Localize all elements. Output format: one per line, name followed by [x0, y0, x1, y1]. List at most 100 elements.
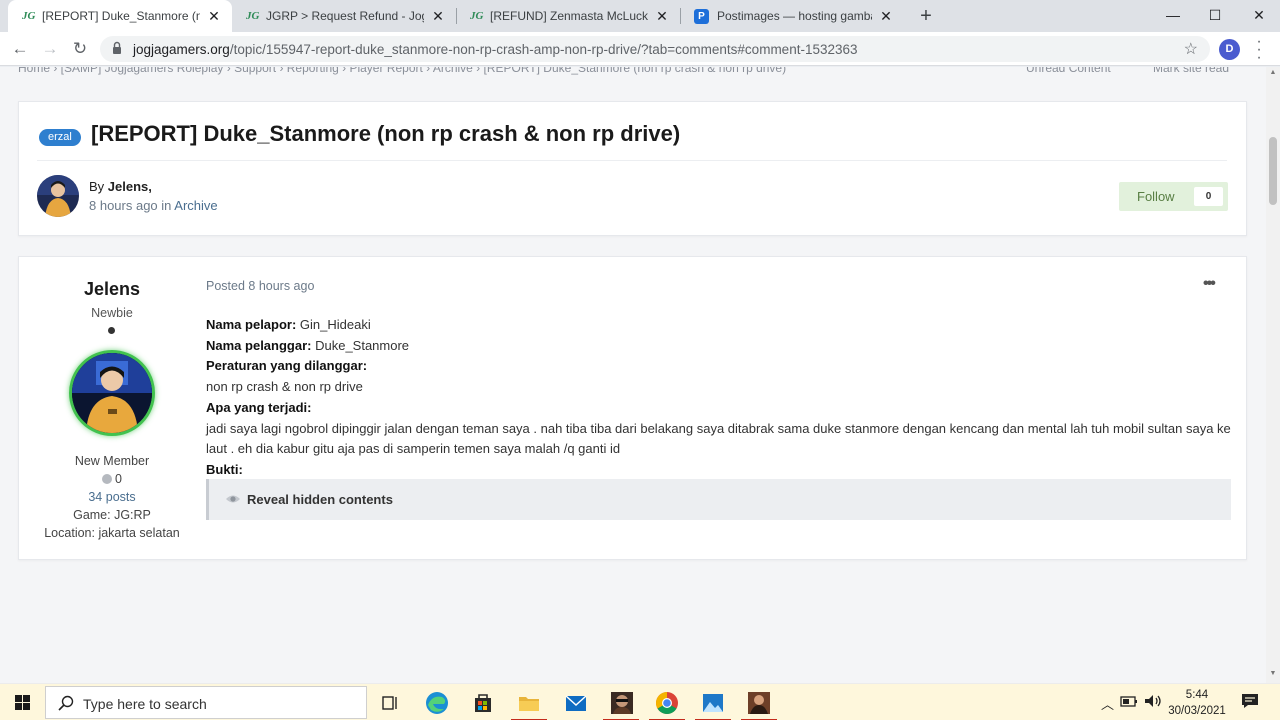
reporter-label: Nama pelapor: — [206, 317, 297, 332]
tab-title: Postimages — hosting gambar g — [717, 9, 872, 23]
url-path: /topic/155947-report-duke_stanmore-non-r… — [229, 42, 858, 57]
close-window-button[interactable]: ✕ — [1236, 0, 1280, 32]
system-clock[interactable]: 5:44 30/03/2021 — [1160, 687, 1234, 719]
incident-label: Apa yang terjadi: — [206, 398, 1236, 419]
rule-value: non rp crash & non rp drive — [206, 379, 363, 395]
tab-report-duke[interactable]: JG [REPORT] Duke_Stanmore (non rp ✕ — [8, 0, 232, 32]
file-explorer-icon[interactable] — [514, 688, 544, 718]
search-placeholder: Type here to search — [83, 696, 207, 712]
windows-start-icon[interactable] — [0, 684, 45, 720]
jg-favicon-icon: JG — [22, 10, 36, 22]
offender-value: Duke_Stanmore — [311, 337, 410, 353]
tab-title: JGRP > Request Refund - Jogjag — [266, 9, 424, 23]
postimages-favicon-icon: P — [694, 8, 709, 24]
topic-header-card: erzal [REPORT] Duke_Stanmore (non rp cra… — [18, 101, 1247, 236]
follow-button[interactable]: Follow 0 — [1119, 182, 1228, 211]
scroll-up-arrow-icon[interactable]: ▲ — [1269, 69, 1277, 76]
scroll-down-arrow-icon[interactable]: ▼ — [1269, 670, 1277, 677]
notification-center-icon[interactable] — [1241, 693, 1259, 709]
unread-content-link[interactable]: Unread Content — [1026, 67, 1111, 75]
post-card: Jelens Newbie New Member 0 34 posts Game… — [18, 256, 1247, 560]
unread-content-label: Unread Content — [1026, 67, 1111, 75]
taskbar-search-box[interactable]: Type here to search — [45, 686, 367, 719]
reload-icon[interactable]: ↻ — [68, 37, 92, 61]
tab-title: [REFUND] Zenmasta McLucky ( R — [490, 9, 648, 23]
jg-favicon-icon: JG — [470, 10, 484, 22]
page-scrollbar[interactable]: ▲ ▼ — [1266, 67, 1280, 683]
online-status-dot — [108, 327, 115, 334]
offender-line: Nama pelanggar: Duke_Stanmore — [206, 336, 1236, 357]
tab-refund-zenmasta[interactable]: JG [REFUND] Zenmasta McLucky ( R ✕ — [456, 0, 680, 32]
task-view-icon[interactable] — [375, 688, 405, 718]
search-icon — [58, 695, 74, 711]
post-author-avatar[interactable] — [69, 350, 155, 436]
forum-page: Home › [SAMP] Jogjagamers Roleplay › Sup… — [0, 67, 1266, 683]
url-text: jogjagamers.org/topic/155947-report-duke… — [133, 42, 858, 57]
forum-link[interactable]: Archive — [174, 198, 217, 213]
store-icon[interactable] — [468, 688, 498, 718]
close-tab-icon[interactable]: ✕ — [206, 8, 222, 25]
close-tab-icon[interactable]: ✕ — [654, 8, 670, 25]
follow-count: 0 — [1194, 187, 1223, 206]
incident-label-text: Apa yang terjadi: — [206, 399, 312, 415]
bookmark-star-icon[interactable]: ☆ — [1184, 39, 1198, 59]
jg-favicon-icon: JG — [246, 10, 260, 22]
address-bar[interactable]: jogjagamers.org/topic/155947-report-duke… — [100, 36, 1210, 62]
breadcrumb[interactable]: Home › [SAMP] Jogjagamers Roleplay › Sup… — [18, 67, 786, 75]
browser-menu-icon[interactable]: · · · — [1252, 34, 1266, 66]
new-tab-button[interactable]: + — [915, 4, 937, 28]
author-avatar[interactable] — [37, 175, 79, 217]
scroll-thumb[interactable] — [1269, 137, 1277, 205]
clock-date: 30/03/2021 — [1168, 705, 1226, 717]
location-field: Location: jakarta selatan — [44, 526, 180, 540]
minimize-window-button[interactable]: — — [1150, 0, 1196, 32]
in-word: in — [157, 198, 175, 213]
reveal-label: Reveal hidden contents — [247, 492, 393, 507]
game-app-icon[interactable] — [607, 688, 637, 718]
evidence-label: Bukti: — [206, 460, 1236, 481]
mail-icon[interactable] — [561, 688, 591, 718]
reveal-hidden-contents[interactable]: Reveal hidden contents — [206, 479, 1231, 520]
eye-icon — [226, 495, 240, 503]
chrome-icon[interactable] — [652, 688, 682, 718]
close-tab-icon[interactable]: ✕ — [430, 8, 446, 25]
tab-postimages[interactable]: P Postimages — hosting gambar g ✕ — [680, 0, 904, 32]
reporter-line: Nama pelapor: Gin_Hideaki — [206, 315, 1236, 336]
post-body: Nama pelapor: Gin_Hideaki Nama pelanggar… — [206, 315, 1236, 481]
windows-taskbar: Type here to search ︿ 5:44 30/03/2021 — [0, 683, 1280, 720]
maximize-window-button[interactable]: ☐ — [1192, 0, 1238, 32]
member-group: New Member — [74, 454, 150, 468]
game-field: Game: JG:RP — [73, 508, 151, 522]
forward-arrow-icon[interactable]: → — [38, 37, 62, 61]
reputation-icon — [102, 474, 113, 484]
tab-request-refund[interactable]: JG JGRP > Request Refund - Jogjag ✕ — [232, 0, 456, 32]
reporter-value: Gin_Hideaki — [296, 317, 371, 332]
offender-label: Nama pelanggar: — [206, 337, 312, 353]
posted-time[interactable]: Posted 8 hours ago — [206, 279, 314, 293]
divider — [37, 160, 1227, 161]
photos-icon[interactable] — [698, 688, 728, 718]
url-domain: jogjagamers.org — [133, 42, 230, 57]
topic-author-link[interactable]: Jelens, — [108, 179, 152, 194]
post-options-icon[interactable]: ••• — [1203, 275, 1216, 293]
post-author-name[interactable]: Jelens — [19, 279, 205, 300]
post-count-link[interactable]: 34 posts — [19, 490, 205, 504]
reputation: 0 — [19, 472, 205, 486]
mark-site-read-link[interactable]: Mark site read — [1153, 67, 1229, 75]
profile-avatar[interactable]: D — [1219, 39, 1240, 60]
lock-icon — [113, 41, 121, 54]
battery-icon[interactable] — [1118, 690, 1140, 712]
back-arrow-icon[interactable]: ← — [8, 37, 32, 61]
evidence-label-text: Bukti: — [206, 461, 243, 477]
close-tab-icon[interactable]: ✕ — [878, 8, 894, 25]
topic-meta: 8 hours ago in Archive — [89, 198, 218, 213]
edge-browser-icon[interactable] — [422, 688, 452, 718]
topic-title: [REPORT] Duke_Stanmore (non rp crash & n… — [91, 121, 681, 146]
gta-sa-icon[interactable] — [744, 688, 774, 718]
incident-value: jadi saya lagi ngobrol dipinggir jalan d… — [206, 420, 1231, 457]
chevron-up-icon[interactable]: ︿ — [1101, 694, 1114, 713]
browser-toolbar: ← → ↻ jogjagamers.org/topic/155947-repor… — [0, 32, 1280, 66]
topic-tag-badge[interactable]: erzal — [39, 129, 81, 146]
mark-site-read-label: Mark site read — [1153, 67, 1230, 75]
follow-label: Follow — [1137, 189, 1175, 204]
